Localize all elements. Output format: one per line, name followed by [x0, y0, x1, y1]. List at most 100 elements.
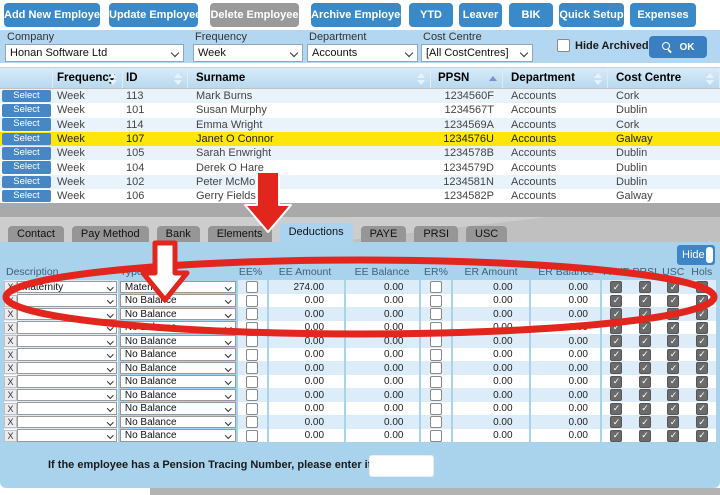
- select-button[interactable]: Select: [2, 118, 51, 131]
- paye-checkbox[interactable]: [610, 308, 622, 320]
- ee-pct-checkbox[interactable]: [246, 389, 258, 401]
- hols-checkbox[interactable]: [696, 416, 708, 428]
- er-pct-checkbox[interactable]: [430, 295, 442, 307]
- ee-amount-value[interactable]: 0.00: [305, 363, 324, 374]
- description-select[interactable]: [17, 362, 117, 375]
- ee-pct-checkbox[interactable]: [246, 430, 258, 442]
- clear-row-button[interactable]: X: [4, 295, 17, 307]
- ee-amount-value[interactable]: 0.00: [305, 390, 324, 401]
- er-balance-value[interactable]: 0.00: [569, 322, 588, 333]
- ee-balance-value[interactable]: 0.00: [384, 322, 403, 333]
- prsi-checkbox[interactable]: [639, 308, 651, 320]
- hols-checkbox[interactable]: [696, 322, 708, 334]
- ee-pct-checkbox[interactable]: [246, 335, 258, 347]
- er-amount-value[interactable]: 0.00: [493, 403, 512, 414]
- hols-checkbox[interactable]: [696, 335, 708, 347]
- ee-balance-value[interactable]: 0.00: [384, 336, 403, 347]
- er-amount-value[interactable]: 0.00: [493, 322, 512, 333]
- ee-amount-value[interactable]: 0.00: [305, 403, 324, 414]
- type-select[interactable]: No Balance: [120, 416, 236, 429]
- ee-pct-checkbox[interactable]: [246, 308, 258, 320]
- type-select[interactable]: No Balance: [120, 335, 236, 348]
- toolbar-button-leaver[interactable]: Leaver: [459, 3, 502, 27]
- paye-checkbox[interactable]: [610, 403, 622, 415]
- usc-checkbox[interactable]: [667, 403, 679, 415]
- hide-archived-checkbox[interactable]: [557, 39, 570, 52]
- prsi-checkbox[interactable]: [639, 430, 651, 442]
- ee-balance-value[interactable]: 0.00: [384, 403, 403, 414]
- hols-checkbox[interactable]: [696, 362, 708, 374]
- table-row[interactable]: Select Week 101 Susan Murphy 1234567T Ac…: [0, 103, 720, 117]
- tab-paye[interactable]: PAYE: [361, 226, 407, 242]
- hols-checkbox[interactable]: [696, 349, 708, 361]
- clear-row-button[interactable]: X: [4, 335, 17, 347]
- er-amount-value[interactable]: 0.00: [493, 417, 512, 428]
- description-select[interactable]: [17, 375, 117, 388]
- usc-checkbox[interactable]: [667, 295, 679, 307]
- prsi-checkbox[interactable]: [639, 322, 651, 334]
- paye-checkbox[interactable]: [610, 295, 622, 307]
- hols-checkbox[interactable]: [696, 376, 708, 388]
- select-button[interactable]: Select: [2, 147, 51, 160]
- toolbar-button-ytd[interactable]: YTD: [409, 3, 453, 27]
- ee-balance-value[interactable]: 0.00: [384, 295, 403, 306]
- tab-elements[interactable]: Elements: [208, 226, 272, 242]
- ee-amount-value[interactable]: 0.00: [305, 430, 324, 441]
- ee-balance-value[interactable]: 0.00: [384, 309, 403, 320]
- clear-row-button[interactable]: X: [4, 403, 17, 415]
- er-balance-value[interactable]: 0.00: [569, 363, 588, 374]
- er-pct-checkbox[interactable]: [430, 281, 442, 293]
- er-amount-value[interactable]: 0.00: [493, 390, 512, 401]
- type-select[interactable]: No Balance: [120, 308, 236, 321]
- toolbar-button-delete-employee[interactable]: Delete Employee: [210, 3, 299, 27]
- tab-deductions[interactable]: Deductions: [280, 223, 353, 242]
- er-amount-value[interactable]: 0.00: [493, 376, 512, 387]
- er-balance-value[interactable]: 0.00: [569, 349, 588, 360]
- search-ok-button[interactable]: OK: [649, 36, 707, 58]
- select-button[interactable]: Select: [2, 90, 51, 103]
- er-pct-checkbox[interactable]: [430, 403, 442, 415]
- toolbar-button-bik[interactable]: BIK: [509, 3, 553, 27]
- usc-checkbox[interactable]: [667, 281, 679, 293]
- table-row[interactable]: Select Week 102 Peter McMorrow 1234581N …: [0, 175, 720, 189]
- prsi-checkbox[interactable]: [639, 376, 651, 388]
- er-pct-checkbox[interactable]: [430, 349, 442, 361]
- type-select[interactable]: No Balance: [120, 294, 236, 307]
- description-select[interactable]: [17, 321, 117, 334]
- ee-pct-checkbox[interactable]: [246, 349, 258, 361]
- usc-checkbox[interactable]: [667, 376, 679, 388]
- ee-balance-value[interactable]: 0.00: [384, 430, 403, 441]
- ee-amount-value[interactable]: 274.00: [293, 282, 324, 293]
- paye-checkbox[interactable]: [610, 389, 622, 401]
- select-button[interactable]: Select: [2, 133, 51, 146]
- description-select[interactable]: [17, 429, 117, 442]
- prsi-checkbox[interactable]: [639, 281, 651, 293]
- table-row[interactable]: Select Week 106 Gerry Fields 1234582P Ac…: [0, 189, 720, 203]
- ee-amount-value[interactable]: 0.00: [305, 322, 324, 333]
- ee-pct-checkbox[interactable]: [246, 403, 258, 415]
- ee-pct-checkbox[interactable]: [246, 376, 258, 388]
- usc-checkbox[interactable]: [667, 416, 679, 428]
- hide-panel-button[interactable]: Hide: [677, 245, 715, 265]
- column-header-id[interactable]: ID: [123, 68, 188, 88]
- hols-checkbox[interactable]: [696, 389, 708, 401]
- table-row[interactable]: Select Week 113 Mark Burns 1234560F Acco…: [0, 89, 720, 103]
- type-select[interactable]: No Balance: [120, 348, 236, 361]
- pension-tracing-input[interactable]: [369, 455, 434, 477]
- er-balance-value[interactable]: 0.00: [569, 390, 588, 401]
- er-amount-value[interactable]: 0.00: [493, 309, 512, 320]
- toolbar-button-add-new-employee[interactable]: Add New Employee: [4, 3, 100, 27]
- er-pct-checkbox[interactable]: [430, 376, 442, 388]
- column-header-surname[interactable]: Surname: [188, 68, 431, 88]
- ee-balance-value[interactable]: 0.00: [384, 282, 403, 293]
- table-row[interactable]: Select Week 114 Emma Wright 1234569A Acc…: [0, 118, 720, 132]
- usc-checkbox[interactable]: [667, 430, 679, 442]
- usc-checkbox[interactable]: [667, 308, 679, 320]
- select-button[interactable]: Select: [2, 104, 51, 117]
- table-row[interactable]: Select Week 107 Janet O Connor 1234576U …: [0, 132, 720, 146]
- tab-contact[interactable]: Contact: [8, 226, 64, 242]
- description-select[interactable]: [17, 402, 117, 415]
- er-balance-value[interactable]: 0.00: [569, 336, 588, 347]
- er-balance-value[interactable]: 0.00: [569, 309, 588, 320]
- prsi-checkbox[interactable]: [639, 349, 651, 361]
